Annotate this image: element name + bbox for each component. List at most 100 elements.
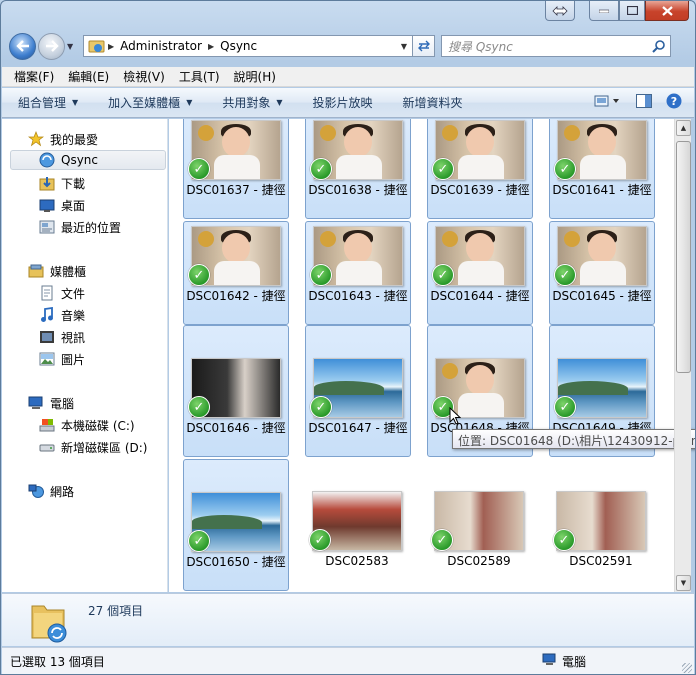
sync-check-icon: ✓ bbox=[554, 158, 576, 180]
download-folder-icon bbox=[39, 175, 55, 191]
sidebar-item-recent-places[interactable]: 最近的位置 bbox=[39, 217, 121, 237]
sync-check-icon: ✓ bbox=[310, 158, 332, 180]
sidebar-favorites[interactable]: 我的最愛 bbox=[28, 129, 98, 149]
sidebar-item-drive-c[interactable]: 本機磁碟 (C:) bbox=[39, 415, 135, 435]
menu-help[interactable]: 說明(H) bbox=[234, 68, 276, 85]
file-item[interactable]: ✓ DSC01645 - 捷徑 bbox=[549, 221, 655, 325]
file-item[interactable]: ✓ DSC01637 - 捷徑 bbox=[183, 119, 289, 219]
item-count: 27 個項目 bbox=[88, 604, 144, 618]
file-name: DSC01643 - 捷徑 bbox=[308, 289, 408, 303]
navigation-pane: 我的最愛 Qsync 下載 桌面 最近的位置 媒體櫃 文件 音樂 視訊 圖片 電… bbox=[2, 119, 168, 592]
file-item[interactable]: ✓ DSC01642 - 捷徑 bbox=[183, 221, 289, 325]
minimize-button[interactable] bbox=[589, 1, 619, 21]
file-item[interactable]: ✓ DSC01639 - 捷徑 bbox=[427, 119, 533, 219]
picture-icon bbox=[39, 351, 55, 367]
breadcrumb-separator[interactable]: ▶ bbox=[106, 42, 116, 51]
sync-check-icon: ✓ bbox=[188, 158, 210, 180]
address-bar[interactable]: ▶ Administrator ▶ Qsync ▼ bbox=[83, 35, 413, 57]
sidebar-item-documents[interactable]: 文件 bbox=[39, 283, 85, 303]
computer-icon bbox=[28, 395, 44, 411]
scroll-up-button[interactable]: ▲ bbox=[676, 120, 691, 136]
sidebar-network[interactable]: 網路 bbox=[28, 481, 74, 501]
computer-icon bbox=[542, 653, 558, 670]
search-placeholder: 搜尋 Qsync bbox=[448, 39, 513, 54]
file-item[interactable]: ✓ DSC01650 - 捷徑 bbox=[183, 459, 289, 591]
sidebar-item-pictures[interactable]: 圖片 bbox=[39, 349, 85, 369]
sidebar-item-label: 音樂 bbox=[61, 308, 86, 323]
menu-bar: 檔案(F) 編輯(E) 檢視(V) 工具(T) 說明(H) bbox=[2, 67, 694, 87]
file-item[interactable]: ✓ DSC01646 - 捷徑 bbox=[183, 325, 289, 457]
scroll-down-button[interactable]: ▼ bbox=[676, 575, 691, 591]
explorer-window: ▼ ▶ Administrator ▶ Qsync ▼ 搜尋 Qsync 檔案(… bbox=[0, 0, 696, 675]
sidebar-libraries[interactable]: 媒體櫃 bbox=[28, 261, 86, 281]
close-button[interactable] bbox=[645, 1, 689, 21]
breadcrumb-administrator[interactable]: Administrator bbox=[116, 39, 206, 53]
music-note-icon bbox=[39, 307, 55, 323]
network-icon bbox=[28, 483, 44, 499]
sidebar-computer[interactable]: 電腦 bbox=[28, 393, 74, 413]
file-item[interactable]: ✓ DSC01638 - 捷徑 bbox=[305, 119, 411, 219]
sidebar-item-music[interactable]: 音樂 bbox=[39, 305, 85, 325]
sidebar-item-label: 桌面 bbox=[61, 198, 86, 213]
new-folder-button[interactable]: 新增資料夾 bbox=[403, 94, 463, 111]
menu-view[interactable]: 檢視(V) bbox=[123, 68, 165, 85]
sidebar-item-drive-d[interactable]: 新增磁碟區 (D:) bbox=[39, 437, 147, 457]
svg-text:?: ? bbox=[671, 95, 677, 108]
add-to-library-button[interactable]: 加入至媒體櫃 ▼ bbox=[108, 94, 192, 111]
file-item[interactable]: ✓ DSC01643 - 捷徑 bbox=[305, 221, 411, 325]
file-item[interactable]: ✓ DSC02589 bbox=[427, 459, 533, 591]
help-icon: ? bbox=[666, 93, 682, 109]
file-name: DSC01642 - 捷徑 bbox=[186, 289, 286, 303]
document-icon bbox=[39, 285, 55, 301]
sidebar-item-label: 視訊 bbox=[61, 330, 86, 345]
file-name: DSC01637 - 捷徑 bbox=[186, 183, 286, 197]
back-button[interactable] bbox=[9, 32, 36, 60]
file-name: DSC01639 - 捷徑 bbox=[430, 183, 530, 197]
command-bar: 組合管理 ▼ 加入至媒體櫃 ▼ 共用對象 ▼ 投影片放映 新增資料夾 ? bbox=[2, 88, 694, 118]
help-button[interactable]: ? bbox=[666, 93, 682, 112]
organize-button[interactable]: 組合管理 ▼ bbox=[18, 94, 78, 111]
breadcrumb-separator[interactable]: ▶ bbox=[206, 42, 216, 51]
maximize-button[interactable] bbox=[619, 1, 645, 21]
sidebar-item-videos[interactable]: 視訊 bbox=[39, 327, 85, 347]
sidebar-item-downloads[interactable]: 下載 bbox=[39, 173, 85, 193]
organize-label: 組合管理 bbox=[18, 96, 67, 110]
file-item[interactable]: ✓ DSC01647 - 捷徑 bbox=[305, 325, 411, 457]
view-icon bbox=[594, 95, 619, 107]
file-item[interactable]: ✓ DSC01641 - 捷徑 bbox=[549, 119, 655, 219]
address-dropdown[interactable]: ▼ bbox=[396, 42, 412, 51]
file-item[interactable]: ✓ DSC02583 bbox=[305, 459, 411, 591]
file-item[interactable]: ✓ DSC01644 - 捷徑 bbox=[427, 221, 533, 325]
scroll-thumb[interactable] bbox=[676, 141, 691, 373]
forward-button[interactable] bbox=[38, 32, 65, 60]
file-item[interactable]: ✓ DSC02591 bbox=[549, 459, 655, 591]
sidebar-item-label: 最近的位置 bbox=[61, 220, 122, 235]
breadcrumb-qsync[interactable]: Qsync bbox=[216, 39, 261, 53]
sidebar-computer-label: 電腦 bbox=[50, 396, 75, 411]
sync-check-icon: ✓ bbox=[188, 264, 210, 286]
recent-pages-dropdown[interactable]: ▼ bbox=[67, 42, 79, 51]
menu-edit[interactable]: 編輯(E) bbox=[68, 68, 109, 85]
resize-grip[interactable] bbox=[682, 663, 692, 673]
sidebar-item-qsync[interactable]: Qsync bbox=[10, 150, 166, 170]
mouse-cursor-icon bbox=[449, 407, 461, 425]
status-location: 電腦 bbox=[542, 653, 586, 670]
sidebar-favorites-label: 我的最愛 bbox=[50, 132, 99, 147]
sidebar-item-label: 新增磁碟區 (D:) bbox=[61, 440, 148, 455]
menu-tools[interactable]: 工具(T) bbox=[179, 68, 220, 85]
forward-arrow-icon bbox=[45, 40, 59, 52]
restore-arrows-button[interactable] bbox=[545, 1, 575, 21]
close-icon bbox=[661, 5, 673, 16]
change-view-button[interactable] bbox=[594, 94, 622, 111]
slideshow-button[interactable]: 投影片放映 bbox=[313, 94, 373, 111]
refresh-button[interactable] bbox=[413, 35, 435, 57]
sidebar-item-desktop[interactable]: 桌面 bbox=[39, 195, 85, 215]
sync-check-icon: ✓ bbox=[554, 396, 576, 418]
preview-pane-button[interactable] bbox=[636, 94, 652, 111]
menu-file[interactable]: 檔案(F) bbox=[14, 68, 54, 85]
sync-check-icon: ✓ bbox=[188, 530, 210, 552]
search-box[interactable]: 搜尋 Qsync bbox=[441, 35, 671, 57]
sidebar-item-label: Qsync bbox=[61, 153, 99, 167]
share-with-button[interactable]: 共用對象 ▼ bbox=[222, 94, 282, 111]
vertical-scrollbar[interactable]: ▲ ▼ bbox=[674, 119, 691, 592]
